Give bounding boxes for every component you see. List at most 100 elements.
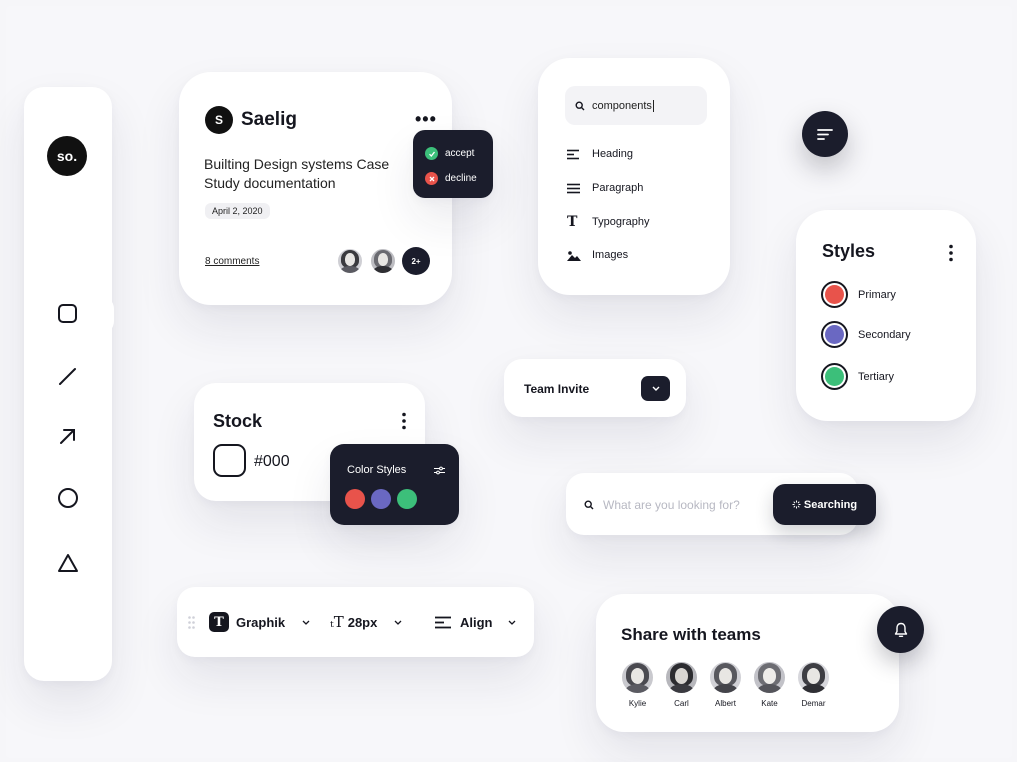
font-family-select[interactable]: T Graphik (209, 612, 310, 632)
component-search-input[interactable]: components (565, 86, 707, 125)
color-swatch[interactable] (397, 489, 417, 509)
participant-avatar[interactable] (336, 247, 364, 275)
comments-link[interactable]: 8 comments (205, 256, 259, 267)
logo-text: so. (56, 148, 78, 164)
styles-title: Styles (822, 241, 876, 261)
team-member[interactable]: Carl (664, 660, 699, 708)
align-left-icon (435, 616, 451, 629)
arrow-tool[interactable] (58, 427, 77, 446)
member-name: Kate (761, 699, 778, 708)
filter-icon (817, 128, 833, 140)
search-icon (584, 500, 594, 510)
notification-button[interactable] (877, 606, 924, 653)
member-avatar (752, 660, 787, 695)
typography-icon: T (567, 214, 578, 230)
member-name: Demar (801, 699, 826, 708)
team-member[interactable]: Kylie (620, 660, 655, 708)
line-tool[interactable] (57, 366, 78, 387)
member-avatar (664, 660, 699, 695)
action-menu: accept decline (413, 130, 493, 198)
color-styles-title: Color Styles (347, 464, 407, 476)
component-item-paragraph[interactable]: Paragraph (567, 182, 643, 194)
search-input[interactable]: What are you looking for? (603, 498, 740, 512)
stock-title: Stock (213, 411, 263, 431)
tool-sidebar: so. (24, 87, 112, 681)
swatch-icon (821, 281, 848, 308)
team-member[interactable]: Kate (752, 660, 787, 708)
component-search-card: components Heading Paragraph T Typograph… (538, 58, 730, 295)
style-item-secondary[interactable]: Secondary (821, 321, 911, 348)
vertical-ellipsis-icon (949, 244, 953, 262)
image-icon (567, 250, 581, 261)
component-item-images[interactable]: Images (567, 249, 628, 261)
font-family-value: Graphik (236, 614, 286, 630)
decline-option[interactable]: decline (425, 172, 477, 185)
component-item-heading[interactable]: Heading (567, 148, 633, 160)
ellipse-tool[interactable] (57, 487, 79, 509)
line-icon (59, 368, 76, 385)
square-icon (58, 304, 77, 323)
decline-label: decline (445, 173, 477, 184)
check-icon (425, 147, 438, 160)
filter-button[interactable] (802, 111, 848, 157)
paragraph-icon (567, 183, 580, 193)
post-title: Builting Design systems Case Study docum… (204, 156, 390, 191)
component-item-label: Images (592, 249, 629, 261)
circle-icon (58, 488, 78, 508)
date-text: April 2, 2020 (212, 206, 263, 216)
brand-name: Saelig (241, 109, 297, 130)
participant-avatar[interactable] (369, 247, 397, 275)
color-styles-settings-button[interactable] (434, 466, 445, 475)
stock-color-value: #000 (254, 453, 290, 470)
align-value: Align (460, 615, 493, 630)
component-item-label: Paragraph (592, 182, 644, 194)
color-swatch[interactable] (345, 489, 365, 509)
style-item-primary[interactable]: Primary (821, 281, 896, 308)
color-styles-popup: Color Styles (330, 444, 459, 525)
team-member[interactable]: Demar (796, 660, 831, 708)
drag-handle-icon[interactable] (188, 616, 195, 629)
font-size-select[interactable]: ₜT 28px (330, 613, 402, 631)
more-count: 2+ (411, 256, 421, 266)
accept-option[interactable]: accept (425, 147, 474, 160)
team-member[interactable]: Albert (708, 660, 743, 708)
chevron-down-icon (508, 620, 515, 625)
font-size-icon: ₜT (330, 613, 344, 631)
chevron-down-icon (302, 620, 310, 625)
more-options-button[interactable]: ••• (415, 110, 437, 128)
post-card: S Saelig ••• Builting Design systems Cas… (179, 72, 452, 305)
styles-card: Styles Primary Secondary Tertiary (796, 210, 976, 421)
member-name: Albert (715, 699, 736, 708)
vertical-ellipsis-icon (402, 412, 406, 430)
chevron-down-icon (652, 386, 659, 391)
more-participants-badge[interactable]: 2+ (402, 247, 430, 275)
team-invite-toggle[interactable] (641, 376, 670, 401)
logo[interactable]: so. (47, 136, 87, 176)
rectangle-tool[interactable] (57, 303, 78, 324)
styles-more-button[interactable] (948, 244, 954, 262)
share-title: Share with teams (621, 625, 761, 644)
stock-more-button[interactable] (401, 412, 407, 430)
heading-icon (567, 149, 579, 159)
component-item-label: Typography (592, 216, 650, 228)
color-swatch[interactable] (371, 489, 391, 509)
brand-initial: S (214, 113, 223, 127)
typography-toolbar: T Graphik ₜT 28px Align (177, 587, 534, 657)
triangle-tool[interactable] (57, 553, 79, 573)
accept-label: accept (445, 148, 475, 159)
align-select[interactable]: Align (435, 615, 516, 630)
spinner-icon (792, 500, 801, 509)
style-item-label: Tertiary (858, 370, 895, 383)
team-invite-dropdown[interactable]: Team Invite (504, 359, 686, 417)
style-item-tertiary[interactable]: Tertiary (821, 363, 894, 390)
ellipsis-icon: ••• (415, 109, 437, 129)
triangle-icon (58, 554, 78, 572)
stock-color-swatch[interactable] (213, 444, 246, 477)
sliders-icon (434, 466, 445, 475)
arrow-icon (60, 429, 75, 444)
bell-icon (894, 622, 907, 637)
component-item-typography[interactable]: T Typography (567, 215, 649, 229)
style-item-label: Secondary (858, 328, 911, 341)
searching-button[interactable]: Searching (773, 484, 876, 525)
chevron-down-icon (394, 620, 402, 625)
